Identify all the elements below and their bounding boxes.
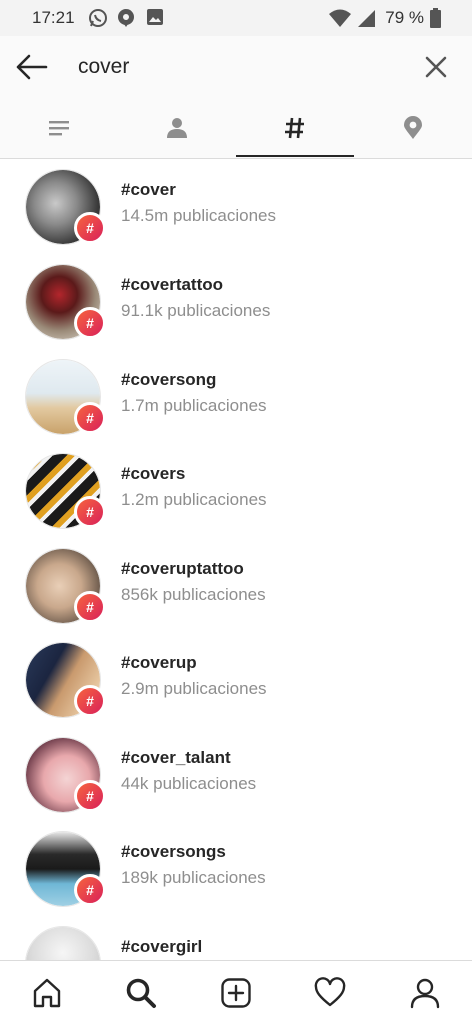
post-count: 1.7m publicaciones (121, 396, 267, 415)
list-item[interactable]: # #coveruptattoo 856k publicaciones (0, 537, 472, 631)
post-count: 1.2m publicaciones (121, 490, 267, 509)
image-icon (147, 9, 163, 25)
person-icon (167, 118, 187, 138)
hashtag-name: #covergirl (121, 937, 203, 956)
close-icon[interactable] (424, 55, 448, 79)
wifi-icon (329, 9, 351, 27)
status-bar: 17:21 79 % (0, 0, 472, 36)
list-item[interactable]: # #coversong 1.7m publicaciones (0, 348, 472, 442)
post-count: 2.9m publicaciones (121, 679, 267, 698)
hashtag-name: #covers (121, 464, 186, 483)
list-item[interactable]: # #covertattoo 91.1k publicaciones (0, 253, 472, 347)
list-item[interactable]: # #coverup 2.9m publicaciones (0, 631, 472, 725)
hashtag-name: #cover (121, 180, 176, 199)
selected-tab-indicator (236, 155, 354, 157)
post-count: 44k publicaciones (121, 774, 257, 793)
hashtag-name: #covertattoo (121, 275, 224, 294)
post-count: 14.5m publicaciones (121, 206, 276, 225)
battery-icon (430, 8, 441, 28)
heart-icon (314, 977, 346, 1007)
battery-text: 79 % (385, 8, 424, 27)
hashtag-badge: # (74, 402, 106, 434)
bottom-navigation (0, 960, 472, 1025)
hashtag-name: #coversong (121, 370, 217, 389)
search-header (0, 36, 472, 98)
status-time: 17:21 (32, 8, 75, 27)
hashtag-name: #coverup (121, 653, 197, 672)
tab-accounts[interactable] (118, 98, 236, 158)
signal-icon (358, 10, 375, 27)
post-count: 91.1k publicaciones (121, 301, 271, 320)
nav-home-button[interactable] (27, 973, 67, 1013)
hashtag-icon (285, 117, 304, 139)
location-pin-icon (404, 116, 422, 139)
hashtag-badge: # (74, 307, 106, 339)
list-item[interactable]: # #covers 1.2m publicaciones (0, 442, 472, 536)
arrow-left-icon[interactable] (14, 52, 48, 82)
tab-top[interactable] (0, 98, 118, 158)
profile-icon (410, 978, 440, 1009)
search-input[interactable] (78, 51, 398, 83)
hashtag-badge: # (74, 685, 106, 717)
add-square-icon (221, 978, 251, 1008)
whatsapp-icon (89, 9, 107, 27)
hashtag-badge: # (74, 496, 106, 528)
tab-places[interactable] (354, 98, 472, 158)
list-item[interactable]: #covergirl (0, 915, 472, 960)
nav-new-post-button[interactable] (216, 973, 256, 1013)
tab-tags[interactable] (236, 98, 354, 158)
list-item[interactable]: # #cover_talant 44k publicaciones (0, 726, 472, 820)
hashtag-name: #cover_talant (121, 748, 231, 767)
nav-activity-button[interactable] (310, 973, 350, 1013)
nav-profile-button[interactable] (405, 973, 445, 1013)
nav-search-button[interactable] (121, 973, 161, 1013)
list-item[interactable]: # #cover 14.5m publicaciones (0, 158, 472, 252)
home-icon (33, 978, 61, 1008)
hashtag-name: #coversongs (121, 842, 226, 861)
hashtag-badge: # (74, 212, 106, 244)
hashtag-results-list: # #cover 14.5m publicaciones # #covertat… (0, 158, 472, 960)
hashtag-name: #coveruptattoo (121, 559, 244, 578)
search-icon (126, 978, 156, 1008)
hashtag-badge: # (74, 591, 106, 623)
location-pin-icon (118, 9, 134, 27)
hashtag-badge: # (74, 874, 106, 906)
hashtag-badge: # (74, 780, 106, 812)
list-icon (49, 121, 69, 136)
post-count: 189k publicaciones (121, 868, 266, 887)
search-tabs (0, 98, 472, 159)
list-item[interactable]: # #coversongs 189k publicaciones (0, 820, 472, 914)
post-count: 856k publicaciones (121, 585, 266, 604)
